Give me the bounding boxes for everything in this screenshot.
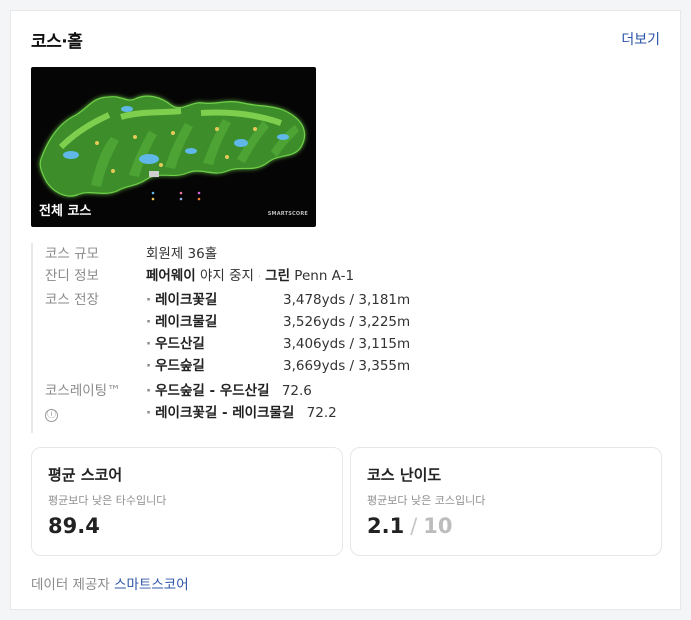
turf-fairway: 페어웨이	[146, 268, 196, 284]
data-provider: 데이터 제공자 스마트스코어	[31, 573, 189, 593]
course-length: 3,526yds / 3,225m	[283, 314, 411, 330]
length-label: 코스 전장	[45, 292, 99, 308]
scale-label: 코스 규모	[45, 246, 99, 262]
more-link[interactable]: 더보기	[621, 29, 660, 49]
turf-fairway-type: 야지 중지	[199, 268, 254, 284]
avg-score-title: 평균 스코어	[48, 466, 123, 484]
difficulty-title: 코스 난이도	[367, 466, 442, 484]
course-name: 레이크물길	[146, 311, 283, 333]
rating-label-text: 코스레이팅™	[45, 383, 121, 399]
course-length-item: 레이크물길 3,526yds / 3,225m	[146, 311, 471, 333]
separator-dot: ·	[257, 272, 262, 283]
difficulty-value-group: 2.1/10	[367, 514, 645, 538]
difficulty-slash: /	[410, 514, 418, 538]
rating-value: 72.2	[306, 405, 337, 421]
turf-green-type: Penn A-1	[294, 268, 355, 284]
turf-row: 잔디 정보 페어웨이 야지 중지 · 그린 Penn A-1	[45, 265, 471, 289]
card-header: 코스·홀 더보기	[31, 27, 660, 53]
provider-link[interactable]: 스마트스코어	[114, 577, 189, 593]
course-map-thumbnail[interactable]: 전체 코스 SMARTSCORE	[31, 67, 316, 227]
course-hole-card: 코스·홀 더보기 전체 코스 SMARTSCORE 코스 규모 회원제 36홀 …	[10, 10, 681, 610]
scale-row: 코스 규모 회원제 36홀	[45, 243, 471, 265]
course-length: 3,406yds / 3,115m	[283, 336, 411, 352]
rating-item: 우드숲길 - 우드산길 72.6	[146, 380, 471, 402]
thumbnail-label: 전체 코스	[39, 204, 92, 219]
course-length: 3,669yds / 3,355m	[283, 358, 411, 374]
turf-value: 페어웨이 야지 중지 · 그린 Penn A-1	[146, 265, 471, 289]
section-title: 코스·홀	[31, 32, 83, 52]
avg-score-card: 평균 스코어 평균보다 낮은 타수입니다 89.4	[31, 447, 343, 556]
difficulty-card: 코스 난이도 평균보다 낮은 코스입니다 2.1/10	[350, 447, 662, 556]
course-name: 레이크꽃길	[146, 289, 283, 311]
rating-item: 레이크꽃길 - 레이크물길 72.2	[146, 402, 471, 424]
rating-value: 72.6	[281, 383, 312, 399]
course-info: 코스 규모 회원제 36홀 잔디 정보 페어웨이 야지 중지 · 그린 Penn A…	[31, 243, 471, 433]
watermark-logo: SMARTSCORE	[267, 211, 308, 217]
turf-label: 잔디 정보	[45, 268, 99, 284]
avg-score-value: 89.4	[48, 514, 100, 538]
difficulty-desc: 평균보다 낮은 코스입니다	[367, 494, 486, 507]
turf-green: 그린	[265, 268, 290, 284]
rating-list: 우드숲길 - 우드산길 72.6 레이크꽃길 - 레이크물길 72.2	[146, 380, 471, 424]
course-length-item: 레이크꽃길 3,478yds / 3,181m	[146, 289, 471, 311]
length-list: 레이크꽃길 3,478yds / 3,181m 레이크물길 3,526yds /…	[146, 289, 471, 377]
course-length-item: 우드숲길 3,669yds / 3,355m	[146, 355, 471, 377]
rating-course-pair: 우드숲길 - 우드산길	[146, 383, 270, 399]
rating-label: 코스레이팅™ ⓘ	[45, 380, 145, 424]
course-length: 3,478yds / 3,181m	[283, 292, 411, 308]
length-row: 코스 전장 레이크꽃길 3,478yds / 3,181m 레이크물길 3,52…	[45, 289, 471, 377]
difficulty-value: 2.1	[367, 514, 405, 538]
difficulty-max: 10	[423, 514, 453, 538]
avg-score-desc: 평균보다 낮은 타수입니다	[48, 494, 167, 507]
rating-course-pair: 레이크꽃길 - 레이크물길	[146, 405, 294, 421]
info-icon[interactable]: ⓘ	[45, 409, 58, 422]
course-name: 우드산길	[146, 333, 283, 355]
course-name: 우드숲길	[146, 355, 283, 377]
course-length-item: 우드산길 3,406yds / 3,115m	[146, 333, 471, 355]
scale-value: 회원제 36홀	[146, 246, 218, 262]
rating-row: 코스레이팅™ ⓘ 우드숲길 - 우드산길 72.6 레이크꽃길 - 레이크물길 …	[45, 380, 471, 424]
provider-label: 데이터 제공자	[31, 577, 110, 593]
